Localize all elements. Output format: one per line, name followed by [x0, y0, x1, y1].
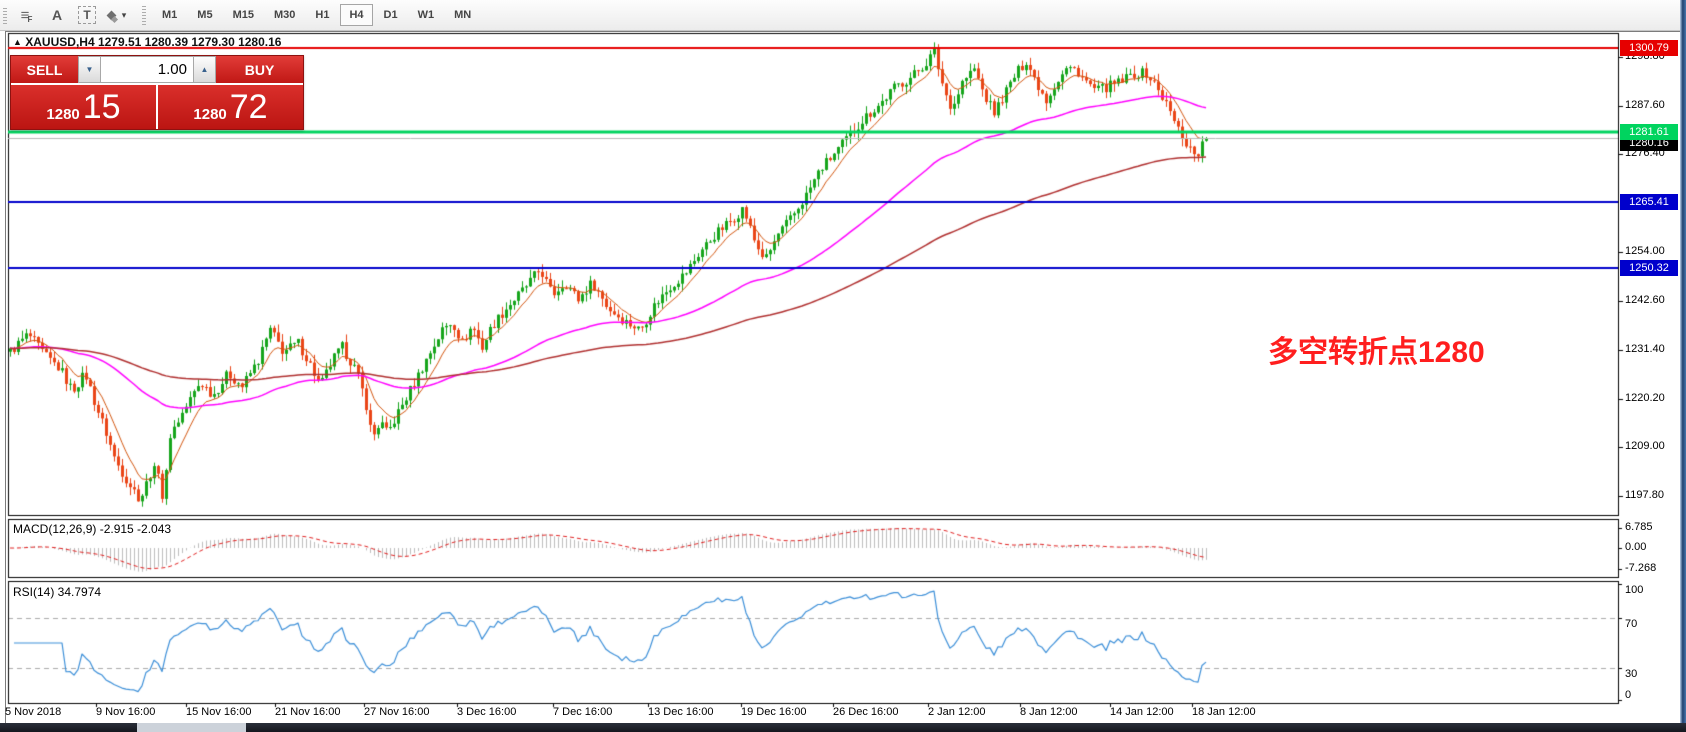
scale-label: 0.00 [1625, 541, 1646, 553]
t-glyph: T [78, 6, 95, 24]
buy-price-pips: 72 [230, 87, 268, 127]
date-axis-label: 9 Nov 16:00 [96, 706, 155, 718]
scale-label: 1231.40 [1625, 343, 1665, 355]
one-click-trading-panel: SELL ▼ ▲ BUY 1280 15 1280 72 [10, 55, 304, 130]
date-axis-label: 19 Dec 16:00 [741, 706, 806, 718]
scale-label: 1220.20 [1625, 392, 1665, 404]
scale-label: 1287.60 [1625, 99, 1665, 111]
taskbar-segment [0, 723, 137, 732]
buy-price-button[interactable]: 1280 72 [156, 85, 303, 129]
buy-price-bigfigure: 1280 [193, 106, 226, 123]
shapes-icon[interactable]: ▾ [104, 3, 130, 27]
scale-label: 1242.60 [1625, 294, 1665, 306]
date-axis-label: 3 Dec 16:00 [457, 706, 516, 718]
scale-label: 0 [1625, 689, 1631, 701]
indicator-lines-f-icon[interactable]: ≡F [14, 3, 40, 27]
scale-label: 1209.00 [1625, 440, 1665, 452]
timeframe-bar: M1M5M15M30H1H4D1W1MN [152, 4, 481, 26]
price-line-badge[interactable]: 1300.79 [1620, 40, 1678, 56]
toolbar-separator-grip[interactable] [142, 5, 146, 25]
timeframe-button-M30[interactable]: M30 [265, 4, 304, 26]
timeframe-button-M15[interactable]: M15 [224, 4, 263, 26]
symbol-marker-icon: ▲ [13, 37, 22, 47]
volume-decrease-button[interactable]: ▼ [78, 56, 101, 83]
date-axis-label: 2 Jan 12:00 [928, 706, 986, 718]
volume-input[interactable] [101, 56, 193, 83]
timeframe-button-D1[interactable]: D1 [375, 4, 407, 26]
date-axis-label: 26 Dec 16:00 [833, 706, 898, 718]
sell-price-bigfigure: 1280 [46, 106, 79, 123]
price-line-badge[interactable]: 1250.32 [1620, 260, 1678, 276]
timeframe-button-H1[interactable]: H1 [306, 4, 338, 26]
date-axis-label: 21 Nov 16:00 [275, 706, 340, 718]
scale-label: 70 [1625, 618, 1637, 630]
date-axis-label: 18 Jan 12:00 [1192, 706, 1256, 718]
sell-price-pips: 15 [83, 87, 121, 127]
date-axis-label: 7 Dec 16:00 [553, 706, 612, 718]
sell-price-button[interactable]: 1280 15 [11, 85, 156, 129]
sell-button[interactable]: SELL [11, 56, 78, 83]
date-axis-label: 5 Nov 2018 [5, 706, 61, 718]
buy-button[interactable]: BUY [216, 56, 303, 83]
font-a-icon[interactable]: A [44, 3, 70, 27]
taskbar-window-button [137, 723, 246, 732]
date-axis-label: 13 Dec 16:00 [648, 706, 713, 718]
chart-title-text: XAUUSD,H4 1279.51 1280.39 1279.30 1280.1… [25, 35, 281, 49]
scale-label: 6.785 [1625, 521, 1653, 533]
timeframe-button-M1[interactable]: M1 [153, 4, 186, 26]
date-axis-label: 8 Jan 12:00 [1020, 706, 1078, 718]
timeframe-button-MN[interactable]: MN [445, 4, 480, 26]
dropdown-caret-icon: ▾ [122, 10, 127, 21]
f-subscript: F [27, 15, 32, 24]
chart-annotation-text: 多空转折点1280 [1268, 327, 1485, 371]
a-glyph: A [52, 7, 62, 23]
text-label-icon[interactable]: T [74, 3, 100, 27]
volume-increase-button[interactable]: ▲ [193, 56, 216, 83]
toolbar: ≡F A T ▾ M1M5M15M30H1H4D1W1MN [0, 0, 1686, 31]
toolbar-grip[interactable] [3, 6, 7, 24]
rsi-indicator-label: RSI(14) 34.7974 [13, 585, 101, 599]
price-line-badge[interactable]: 1281.61 [1620, 124, 1678, 140]
trading-terminal: { "toolbar": { "tools": [ {"glyph": "≡",… [0, 0, 1686, 732]
scale-label: 100 [1625, 584, 1643, 596]
timeframe-button-H4[interactable]: H4 [340, 4, 372, 26]
scale-label: 30 [1625, 668, 1637, 680]
scale-label: 1197.80 [1625, 489, 1664, 501]
scale-label: -7.268 [1625, 562, 1656, 574]
taskbar-segment [246, 723, 1686, 732]
date-axis-label: 15 Nov 16:00 [186, 706, 251, 718]
timeframe-button-W1[interactable]: W1 [409, 4, 444, 26]
desktop-edge [1680, 0, 1686, 732]
chart-title: ▲ XAUUSD,H4 1279.51 1280.39 1279.30 1280… [13, 35, 281, 49]
price-line-badge[interactable]: 1265.41 [1620, 194, 1678, 210]
timeframe-button-M5[interactable]: M5 [188, 4, 221, 26]
date-axis-label: 27 Nov 16:00 [364, 706, 429, 718]
scale-label: 1254.00 [1625, 245, 1665, 257]
date-axis-label: 14 Jan 12:00 [1110, 706, 1174, 718]
macd-indicator-label: MACD(12,26,9) -2.915 -2.043 [13, 522, 171, 536]
